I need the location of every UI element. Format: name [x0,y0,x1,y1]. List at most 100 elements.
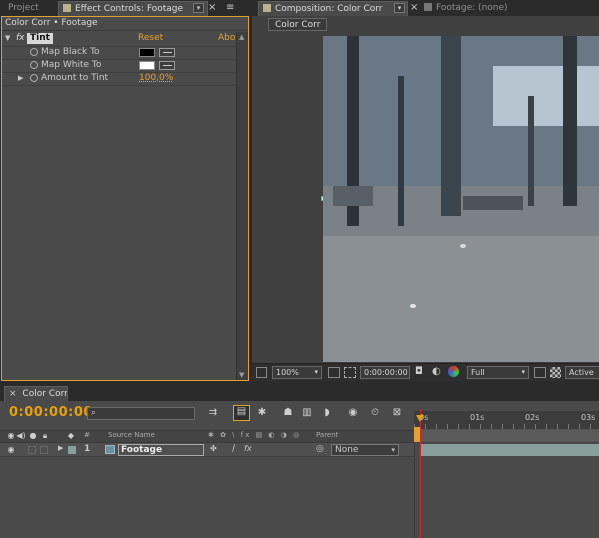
camera-value: Active [569,368,594,377]
solo-toggle[interactable] [28,446,36,454]
layer-name-field[interactable]: Footage [118,444,204,456]
lock-icon: 🔒︎ [42,431,48,440]
live-update-icon[interactable]: ▤ [233,405,250,421]
graph-editor-icon[interactable]: ◉ [346,407,360,419]
work-area-bar[interactable] [414,430,599,443]
safe-margins-icon[interactable] [328,367,340,378]
composition-panel: Color Corr [252,16,599,380]
current-time-display[interactable]: 0:00:00:00 [9,405,93,420]
lock-toggle[interactable] [40,446,48,454]
chevron-down-icon: ▾ [314,368,318,376]
tab-footage[interactable]: Footage: (none) [420,1,560,16]
reset-link[interactable]: Reset [138,32,163,45]
zoom-value: 100% [276,368,299,377]
layer-duration-bar[interactable] [420,444,599,456]
layer-search-input[interactable]: ⌕ [87,407,195,420]
current-time-field[interactable]: 0:00:00:00 [360,366,410,379]
tab-menu-dropdown[interactable]: ▾ [193,3,204,13]
shy-switch-icon[interactable]: ✤ [210,444,217,453]
chevron-down-icon: ▾ [521,368,525,376]
frame-blending-icon[interactable]: ▥ [300,407,314,419]
transparency-grid-icon[interactable] [550,367,561,378]
column-header-parent[interactable]: Parent [316,430,338,442]
snapshot-icon[interactable]: ◘ [415,366,423,377]
current-time-value: 0:00:00:00 [364,368,408,377]
resolution-dropdown[interactable]: Full ▾ [467,366,529,379]
fx-toggle-icon[interactable]: fx [16,32,25,45]
label-color-swatch[interactable] [68,446,76,454]
tab-composition[interactable]: Composition: Color Corr [258,1,408,16]
eye-icon[interactable]: ◉ [4,444,18,456]
eyedropper-icon[interactable] [159,61,175,70]
current-time-indicator[interactable] [420,409,421,538]
right-tabbar: Composition: Color Corr ▾ × Footage: (no… [252,0,599,16]
close-icon[interactable]: × [410,2,418,13]
map-black-color-swatch[interactable] [139,48,155,57]
playhead-handle-icon[interactable] [416,415,424,422]
disclosure-triangle-icon[interactable]: ▼ [5,32,10,45]
eyedropper-icon[interactable] [159,48,175,57]
param-row-amount: ▶ Amount to Tint 100,0% [2,72,236,85]
panel-divider [414,443,415,538]
time-ruler[interactable]: 0s 01s 02s 03s [414,411,599,430]
resolution-value: Full [471,368,485,377]
brainstorm-icon[interactable]: ⏲ [368,407,382,419]
amount-value[interactable]: 100,0% [139,72,173,85]
parent-pickwhip-icon[interactable]: ◎ [316,444,324,454]
effects-switch-icon[interactable]: fx [244,444,252,453]
motion-blur-icon[interactable]: ◗ [320,407,334,419]
param-label: Map White To [41,60,102,70]
hide-shy-layers-icon[interactable]: ☗ [281,407,295,419]
draft-3d-icon[interactable]: ✱ [255,407,269,419]
effect-controls-header: Color Corr • Footage [2,17,248,31]
composition-name-chip[interactable]: Color Corr [268,18,328,31]
disclosure-triangle-icon[interactable]: ▶ [58,444,63,452]
param-label: Map Black To [41,47,100,57]
tab-timeline[interactable]: × Color Corr [4,386,68,401]
stopwatch-icon[interactable] [30,48,38,56]
stopwatch-icon[interactable] [30,61,38,69]
zoom-dropdown[interactable]: 100% ▾ [272,366,322,379]
scroll-down-icon[interactable]: ▼ [239,371,244,379]
disclosure-triangle-icon[interactable]: ▶ [18,72,23,85]
always-preview-icon[interactable] [256,367,267,378]
scroll-up-icon[interactable]: ▲ [239,33,244,41]
mask-toggle-icon[interactable] [344,367,356,378]
tab-composition-label: Composition: Color Corr [275,4,383,14]
camera-dropdown[interactable]: Active [565,366,599,379]
ruler-label: 01s [470,413,485,422]
parent-dropdown[interactable]: None ▾ [331,444,399,456]
close-icon[interactable]: × [9,389,17,399]
label-icon: ◆ [67,431,75,440]
parent-value: None [335,445,359,455]
map-white-color-swatch[interactable] [139,61,155,70]
layer-index: 1 [84,444,91,454]
ruler-label: 02s [525,413,540,422]
tab-project[interactable]: Project [4,1,48,16]
about-link[interactable]: Abo [218,32,235,45]
comp-mini-flowchart-icon[interactable]: ⇉ [206,407,220,419]
close-icon[interactable]: × [208,2,216,13]
scrollbar[interactable]: ▲ ▼ [236,32,248,380]
layer-row[interactable]: ◉ ▶ 1 Footage ✤ / fx ◎ None ▾ [0,443,414,457]
composition-dropdown[interactable]: ▾ [394,3,405,13]
render-region-icon[interactable]: ⊠ [390,407,404,419]
show-snapshot-icon[interactable]: ◐ [432,366,441,377]
timeline-panel: 0:00:00:00 ⌕ ⇉ ▤ ✱ ☗ ▥ ◗ ◉ ⏲ ⊠ ◉ ◀) ● 🔒︎… [0,401,599,538]
footage-viewer-image[interactable] [323,36,599,362]
param-label: Amount to Tint [41,73,109,83]
column-header-number: # [84,431,90,439]
effect-row-tint[interactable]: ▼ fx Tint Reset Abo [2,32,236,45]
quality-switch-icon[interactable]: / [232,444,235,454]
param-row-map-black: Map Black To [2,46,236,59]
region-of-interest-icon[interactable] [534,367,546,378]
search-icon: ⌕ [91,408,97,418]
tab-footage-label: Footage: (none) [436,3,508,13]
left-tabbar: Project Effect Controls: Footage ▾ × ≡ [0,0,250,16]
column-header-source-name[interactable]: Source Name [108,430,155,442]
panel-menu-icon[interactable]: ≡ [226,2,234,13]
stopwatch-icon[interactable] [30,74,38,82]
tab-effect-controls[interactable]: Effect Controls: Footage [58,1,208,16]
channels-icon[interactable] [448,366,459,377]
param-row-map-white: Map White To [2,59,236,72]
